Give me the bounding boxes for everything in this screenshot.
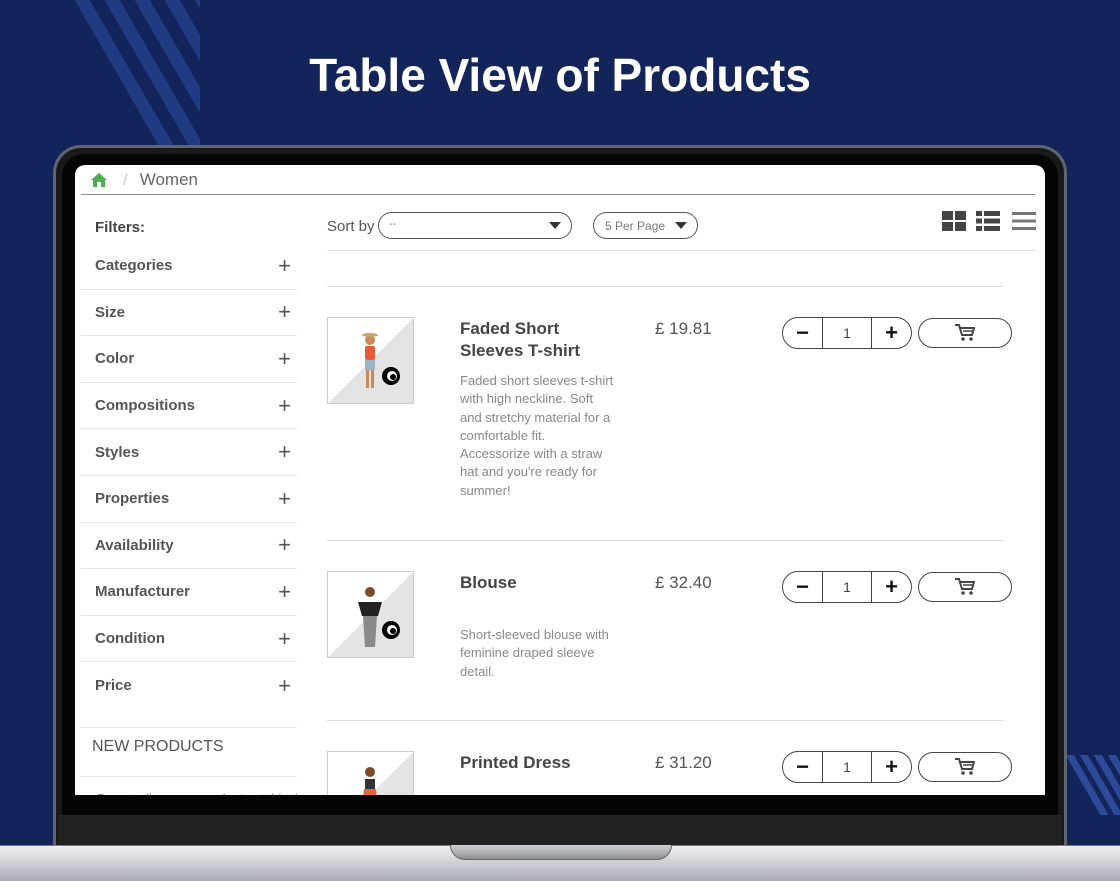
laptop-notch	[450, 845, 672, 860]
model-image	[358, 587, 382, 647]
quantity-stepper[interactable]: − 1 +	[782, 317, 912, 349]
new-products-text: Do not allow new products at this time.	[81, 775, 297, 795]
product-price: £ 32.40	[655, 573, 712, 592]
quick-view-icon[interactable]	[380, 619, 402, 641]
per-page-value: 5 Per Page	[605, 219, 666, 233]
expand-plus-icon[interactable]: +	[278, 487, 291, 510]
product-name[interactable]: Faded Short Sleeves T-shirt	[460, 318, 600, 362]
filter-label: Styles	[95, 443, 140, 461]
cart-icon	[955, 758, 975, 775]
expand-plus-icon[interactable]: +	[278, 534, 291, 556]
filter-availability[interactable]: Availability +	[81, 523, 297, 570]
minus-icon[interactable]: −	[783, 572, 822, 602]
filter-styles[interactable]: Styles +	[81, 429, 297, 476]
filter-label: Color	[95, 350, 135, 368]
filter-label: Properties	[95, 490, 170, 508]
filter-label: Size	[95, 303, 126, 321]
new-products-block: NEW PRODUCTS Do not allow new products a…	[81, 726, 297, 795]
product-description: Short-sleeved blouse with feminine drape…	[460, 627, 609, 679]
row-divider	[327, 540, 1004, 541]
expand-plus-icon[interactable]: +	[278, 394, 291, 417]
quick-view-icon[interactable]	[380, 365, 402, 387]
add-to-cart-button[interactable]	[918, 318, 1012, 348]
quantity-stepper[interactable]: − 1 +	[782, 751, 912, 783]
breadcrumb-separator: /	[123, 169, 128, 189]
sort-select[interactable]: --	[378, 212, 572, 239]
list-view-icon[interactable]	[976, 210, 1000, 232]
expand-plus-icon[interactable]: +	[278, 580, 291, 603]
row-divider	[327, 286, 1004, 287]
filter-manufacturer[interactable]: Manufacturer +	[81, 569, 297, 616]
filter-label: Condition	[95, 630, 165, 648]
product-price: £ 19.81	[655, 319, 712, 338]
filter-properties[interactable]: Properties +	[81, 476, 297, 523]
filter-label: Manufacturer	[95, 583, 191, 601]
cart-icon	[955, 578, 975, 595]
plus-icon[interactable]: +	[872, 572, 911, 602]
product-description: Faded short sleeves t-shirt with high ne…	[460, 373, 614, 498]
filter-label: Categories	[95, 257, 173, 275]
cart-icon	[955, 324, 975, 341]
add-to-cart-button[interactable]	[918, 752, 1012, 782]
filter-condition[interactable]: Condition +	[81, 616, 297, 663]
expand-plus-icon[interactable]: +	[278, 627, 291, 650]
breadcrumb-current[interactable]: Women	[140, 170, 198, 190]
quantity-input[interactable]: 1	[822, 318, 872, 348]
add-to-cart-button[interactable]	[918, 572, 1012, 602]
filter-compositions[interactable]: Compositions +	[81, 383, 297, 430]
caret-down-icon	[549, 222, 561, 229]
quantity-input[interactable]: 1	[822, 572, 872, 602]
minus-icon[interactable]: −	[783, 752, 822, 782]
product-name[interactable]: Blouse	[460, 572, 600, 594]
model-image	[362, 333, 378, 388]
quantity-stepper[interactable]: − 1 +	[782, 571, 912, 603]
filter-size[interactable]: Size +	[81, 290, 297, 337]
filter-color[interactable]: Color +	[81, 336, 297, 383]
expand-plus-icon[interactable]: +	[278, 347, 291, 370]
model-image	[363, 767, 377, 795]
per-page-select[interactable]: 5 Per Page	[593, 212, 698, 239]
breadcrumb: / Women	[81, 165, 1035, 195]
product-price: £ 31.20	[655, 753, 712, 772]
grid-view-icon[interactable]	[942, 210, 966, 232]
filter-categories[interactable]: Categories +	[81, 243, 297, 290]
expand-plus-icon[interactable]: +	[278, 441, 291, 463]
row-divider	[327, 720, 1004, 721]
laptop-bezel	[58, 815, 1062, 845]
plus-icon[interactable]: +	[872, 318, 911, 348]
filter-list: Categories + Size + Color + Compositions + S…	[81, 243, 297, 709]
filter-label: Price	[95, 677, 132, 695]
table-view-icon[interactable]	[1012, 210, 1036, 232]
filters-sidebar: Filters: Categories + Size + Color + Compos…	[81, 205, 297, 795]
caret-down-icon	[675, 222, 687, 229]
filters-title: Filters:	[95, 219, 146, 236]
expand-plus-icon[interactable]: +	[278, 301, 291, 323]
plus-icon[interactable]: +	[872, 752, 911, 782]
expand-plus-icon[interactable]: +	[278, 674, 291, 697]
product-image[interactable]	[327, 571, 414, 658]
expand-plus-icon[interactable]: +	[278, 254, 291, 277]
product-image[interactable]	[327, 317, 414, 404]
sort-label: Sort by	[327, 218, 375, 235]
filter-label: Availability	[95, 536, 174, 554]
filter-price[interactable]: Price +	[81, 662, 297, 709]
product-toolbar: Sort by -- 5 Per Page	[327, 210, 1036, 251]
laptop-screen: / Women Filters: Categories + Size + Color…	[75, 165, 1045, 795]
product-image[interactable]	[327, 751, 414, 795]
page-title: Table View of Products	[309, 49, 811, 101]
home-icon[interactable]	[91, 172, 107, 187]
quantity-input[interactable]: 1	[822, 752, 872, 782]
filter-label: Compositions	[95, 397, 195, 415]
sort-value: --	[389, 218, 397, 230]
new-products-title: NEW PRODUCTS	[92, 737, 224, 755]
product-name[interactable]: Printed Dress	[460, 752, 600, 774]
minus-icon[interactable]: −	[783, 318, 822, 348]
